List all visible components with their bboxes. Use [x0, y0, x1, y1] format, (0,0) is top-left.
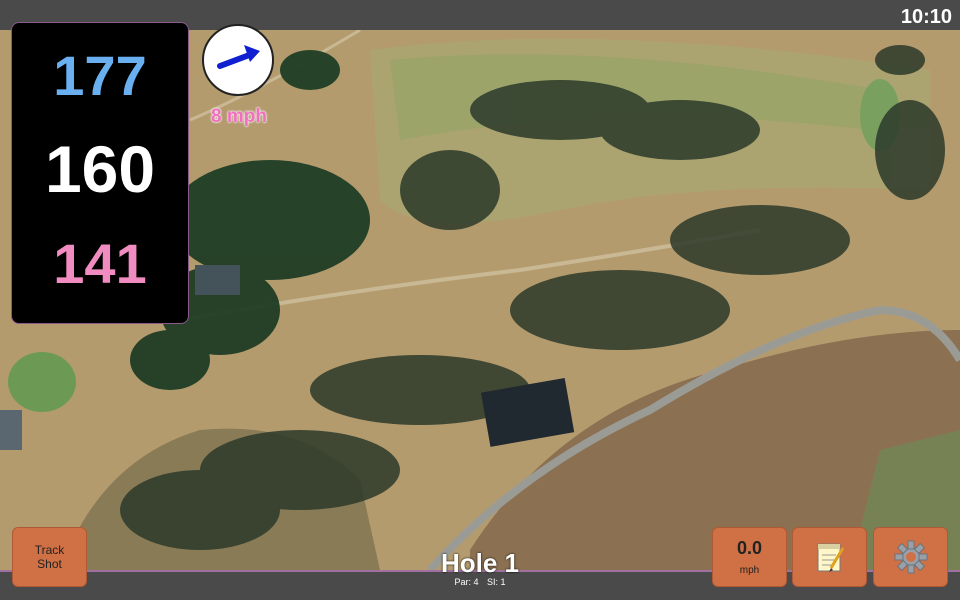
track-shot-button[interactable]: Track Shot — [12, 527, 87, 587]
settings-button[interactable] — [873, 527, 948, 587]
wind-direction-dial — [202, 24, 274, 96]
clock: 10:10 — [900, 6, 952, 28]
distance-panel: 177 160 141 — [11, 22, 189, 324]
middle-distance: 160 — [44, 132, 156, 206]
wind-speed-label: 8 mph — [211, 106, 267, 127]
wind-speed-button[interactable]: 0.0 mph — [712, 527, 787, 587]
track-shot-label-line1: Track — [34, 543, 65, 557]
front-distance: 141 — [53, 232, 147, 295]
wind-speed-value: 0.0 — [736, 538, 763, 558]
wind-speed-unit: mph — [739, 565, 760, 576]
gear-icon — [894, 540, 927, 574]
hole-title: Hole 1 — [440, 548, 520, 578]
arrow-east-icon — [217, 45, 260, 69]
track-shot-label-line2: Shot — [37, 557, 62, 571]
hole-si: SI: 1 — [487, 577, 506, 587]
hole-info: Par: 4 SI: 1 — [380, 577, 580, 587]
back-distance: 177 — [53, 44, 147, 107]
hole-par: Par: 4 — [454, 577, 479, 587]
notes-button[interactable] — [792, 527, 867, 587]
notepad-icon — [817, 543, 844, 572]
